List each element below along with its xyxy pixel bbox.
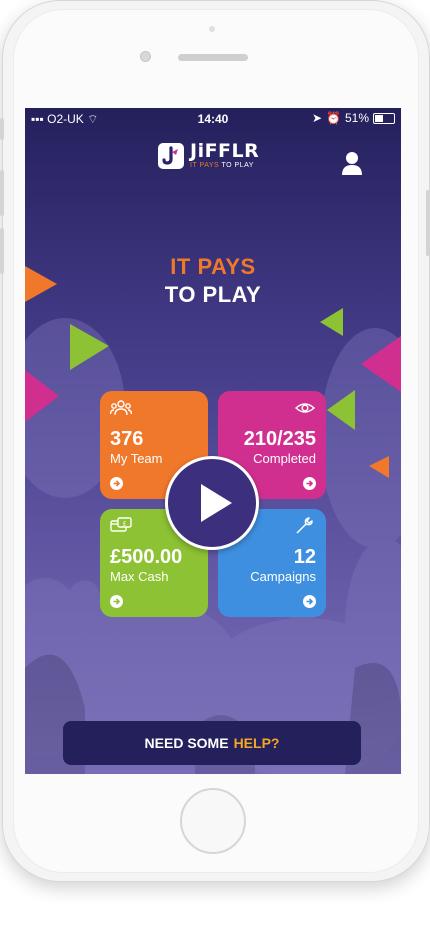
logo-tagline: IT PAYS TO PLAY: [190, 162, 259, 169]
campaigns-value: 12: [293, 546, 316, 568]
location-icon: ➤: [311, 111, 323, 125]
volume-up-button: [0, 170, 4, 216]
earpiece-speaker: [178, 54, 248, 61]
user-icon[interactable]: [341, 150, 363, 176]
front-camera: [140, 51, 151, 62]
play-video-button[interactable]: [165, 456, 259, 550]
mute-switch: [0, 118, 4, 140]
max-cash-label: Max Cash: [110, 569, 169, 584]
logo-text: JiFFLR IT PAYS TO PLAY: [190, 140, 260, 170]
logo-wordmark: JiFFLR: [190, 140, 260, 162]
battery-percent: 51%: [344, 111, 369, 125]
max-cash-value: £500.00: [110, 546, 183, 568]
eye-icon: [294, 403, 316, 413]
status-bar: ▪▪▪ O2-UK ⌔ 14:40 ➤ ⏰ 51%: [25, 108, 401, 130]
play-icon: [201, 484, 232, 522]
completed-value: 210/235: [243, 428, 316, 450]
help-highlight: HELP?: [233, 735, 280, 751]
app-logo: JiFFLR IT PAYS TO PLAY: [158, 142, 259, 169]
volume-down-button: [0, 228, 4, 274]
tagline-accent: IT PAYS: [190, 162, 220, 169]
status-right: ➤ ⏰ 51%: [312, 111, 395, 125]
campaigns-label: Campaigns: [250, 569, 316, 584]
arrow-right-icon[interactable]: [303, 477, 316, 490]
proximity-sensor: [209, 26, 215, 32]
battery-icon: [373, 112, 395, 124]
arrow-right-icon[interactable]: [110, 477, 123, 490]
logo-badge-icon: [158, 142, 184, 169]
completed-label: Completed: [253, 451, 316, 466]
app-screen: ▪▪▪ O2-UK ⌔ 14:40 ➤ ⏰ 51% JiFFLR IT PAYS…: [25, 108, 401, 774]
my-team-value: 376: [110, 428, 144, 450]
tagline-rest: TO PLAY: [219, 162, 254, 169]
need-help-button[interactable]: NEED SOME HELP?: [63, 721, 361, 765]
help-text: NEED SOME: [144, 735, 229, 751]
home-button[interactable]: [180, 788, 246, 854]
background-crowd-image: [25, 108, 401, 774]
battery-fill: [375, 114, 383, 122]
svg-text:£: £: [123, 521, 127, 528]
alarm-icon: ⏰: [326, 111, 341, 125]
wrench-icon: [296, 517, 313, 534]
arrow-right-icon[interactable]: [110, 595, 123, 608]
my-team-label: My Team: [110, 451, 163, 466]
arrow-right-icon[interactable]: [303, 595, 316, 608]
cash-card-icon: £: [110, 517, 132, 532]
power-button: [426, 190, 430, 256]
hero-line-1: IT PAYS: [170, 254, 256, 279]
team-icon: [110, 400, 132, 416]
hero-line-2: TO PLAY: [164, 282, 262, 307]
